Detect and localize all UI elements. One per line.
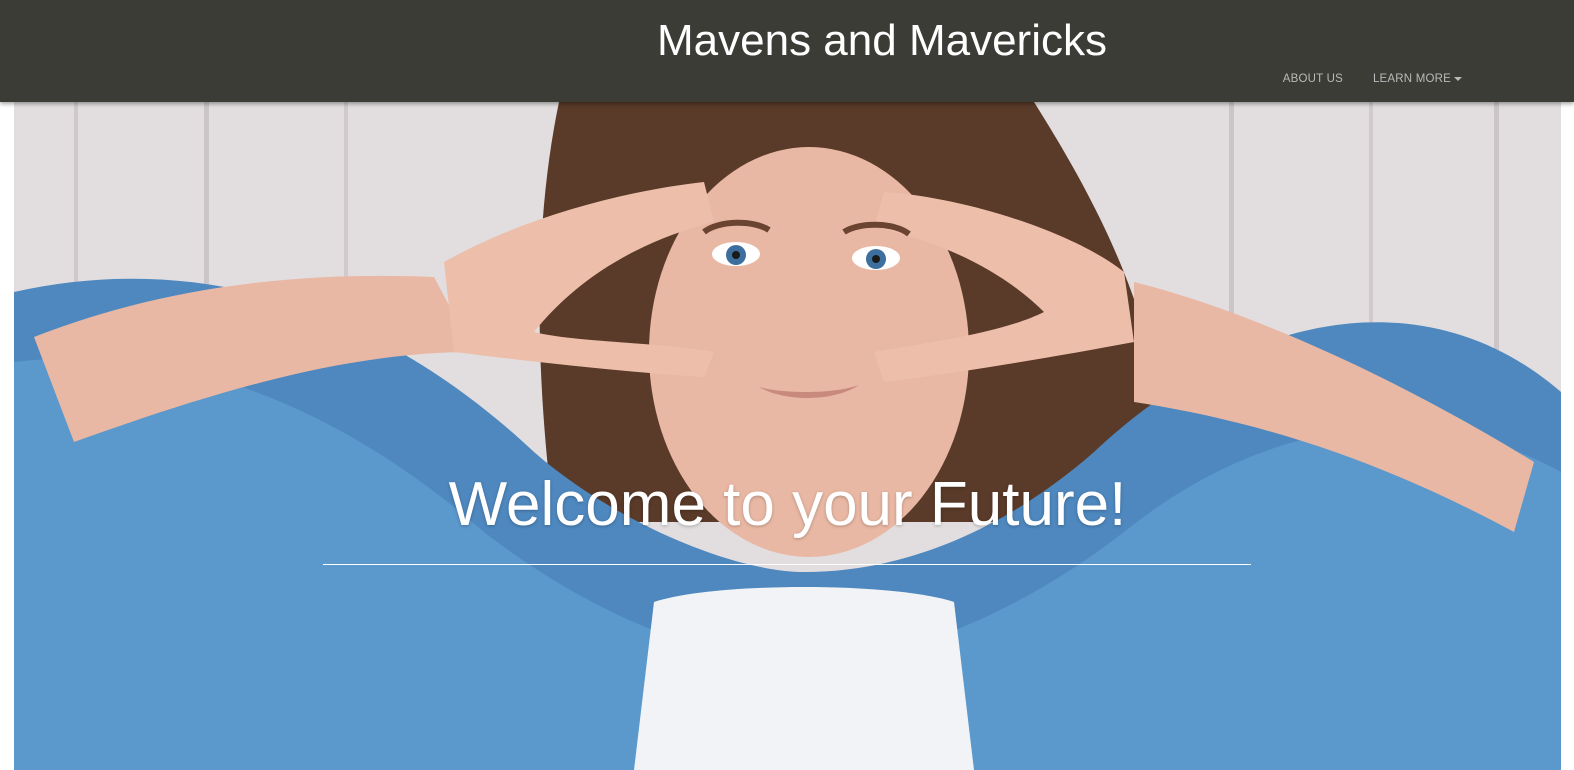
nav-learn-more-dropdown[interactable]: LEARN MORE xyxy=(1373,73,1462,85)
hero-divider xyxy=(323,564,1251,565)
hero-photo xyxy=(14,102,1561,770)
page: Mavens and Mavericks ABOUT US LEARN MORE xyxy=(0,0,1574,770)
nav-about-us-label: ABOUT US xyxy=(1282,73,1343,85)
top-navbar: Mavens and Mavericks ABOUT US LEARN MORE xyxy=(0,0,1574,102)
nav-learn-more-label: LEARN MORE xyxy=(1372,73,1451,85)
hero-heading: Welcome to your Future! xyxy=(448,470,1127,539)
site-title: Mavens and Mavericks xyxy=(657,16,1107,65)
hero-banner: Welcome to your Future! xyxy=(14,102,1561,770)
caret-down-icon xyxy=(1454,77,1462,81)
nav-about-us-link[interactable]: ABOUT US xyxy=(1283,73,1343,85)
nav-links: ABOUT US LEARN MORE xyxy=(1253,73,1462,85)
